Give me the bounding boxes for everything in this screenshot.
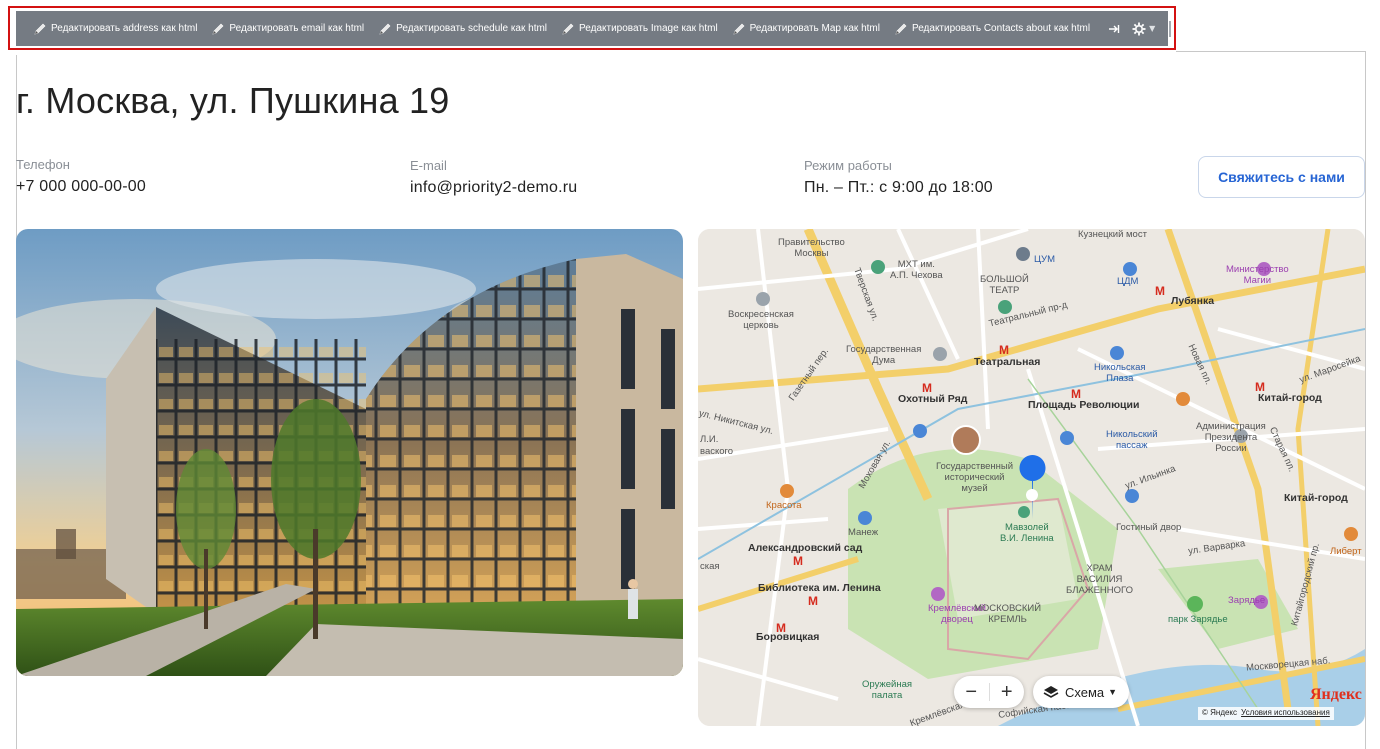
content-frame-border (1365, 51, 1366, 749)
pencil-icon (562, 23, 574, 34)
map-label-mausoleum: Мавзолей В.И. Ленина (1000, 522, 1054, 544)
map-label-oruzheinaya: Оружейная палата (862, 679, 913, 701)
map-label-gostiny: Гостиный двор (1116, 522, 1182, 533)
map-label-vasko: ваского (700, 446, 734, 457)
pencil-icon (895, 23, 907, 34)
map-label-tsum: ЦУМ (1034, 254, 1055, 265)
map-label-pravitelstvo: Правительство Москвы (778, 237, 845, 259)
map-label-nikolskaya-plaza: Никольская Плаза (1094, 362, 1146, 384)
email-value[interactable]: info@priority2-demo.ru (410, 179, 577, 197)
map-copyright: © Яндекс (1202, 708, 1238, 717)
office-building-image (16, 229, 683, 676)
schedule-block: Режим работы Пн. – Пт.: с 9:00 до 18:00 (804, 158, 993, 197)
map-label-borovitskaya: Боровицкая (756, 631, 820, 643)
edit-address-button[interactable]: Редактировать address как html (25, 11, 203, 46)
pencil-icon (379, 23, 391, 34)
edit-image-button[interactable]: Редактировать Image как html (553, 11, 724, 46)
map-label-manezh: Манеж (848, 527, 879, 538)
map-label-kitay-gorod-1: Китай-город (1258, 392, 1322, 404)
edit-schedule-button[interactable]: Редактировать schedule как html (370, 11, 553, 46)
content-frame-border (1176, 51, 1366, 52)
toolbar-resize-handle[interactable] (1169, 20, 1172, 37)
metro-icon: M (793, 554, 803, 568)
schedule-value: Пн. – Пт.: с 9:00 до 18:00 (804, 179, 993, 196)
map-tiles (698, 229, 1365, 726)
map-zoom-controls: − + (954, 676, 1024, 708)
pin-toolbar-button[interactable] (1102, 11, 1126, 46)
metro-icon: M (1255, 380, 1265, 394)
office-building-illustration (16, 229, 683, 676)
chevron-down-icon: ▼ (1108, 687, 1118, 697)
chevron-down-icon: ▼ (1149, 24, 1156, 33)
edit-address-label: Редактировать address как html (51, 23, 198, 34)
pencil-icon (733, 23, 745, 34)
zoom-in-button[interactable]: + (989, 676, 1024, 708)
phone-value[interactable]: +7 000 000-00-00 (16, 178, 146, 196)
yandex-map[interactable]: Кузнецкий мост Правительство Москвы МХТ … (698, 229, 1365, 726)
metro-icon: M (776, 621, 786, 635)
map-label-zaryadye-2: парк Зарядье (1168, 614, 1228, 625)
edit-image-label: Редактировать Image как html (579, 23, 718, 34)
map-label-bolshoi: БОЛЬШОЙ ТЕАТР (980, 274, 1029, 296)
map-label-lubyanka: Лубянка (1171, 295, 1215, 307)
map-label-mht: МХТ им. А.П. Чехова (890, 259, 943, 281)
map-terms-link[interactable]: Условия использования (1241, 708, 1330, 717)
map-label-kitay-gorod-2: Китай-город (1284, 492, 1348, 504)
map-label-okhotny: Охотный Ряд (898, 393, 968, 405)
admin-edit-toolbar: Редактировать address как html Редактиро… (16, 11, 1172, 46)
zoom-out-button[interactable]: − (954, 676, 989, 708)
map-label-ministry: Министерство Магии (1226, 264, 1289, 286)
schedule-label: Режим работы (804, 158, 892, 173)
map-label-teatralnaya: Театральная (974, 356, 1041, 368)
map-label-pl-revolyutsii: Площадь Революции (1028, 399, 1140, 411)
metro-icon: M (922, 381, 932, 395)
map-label-administration: Администрация Президента России (1196, 421, 1266, 454)
map-label-moscow-kremlin: МОСКОВСКИЙ КРЕМЛЬ (974, 603, 1042, 625)
page-title: г. Москва, ул. Пушкина 19 (16, 80, 450, 121)
edit-contacts-about-label: Редактировать Contacts about как html (911, 23, 1091, 34)
map-label-duma: Государственная Дума (846, 344, 922, 366)
map-label-aleksandrovsky: Александровский сад (748, 542, 863, 554)
map-attribution: © Яндекс Условия использования (1198, 707, 1334, 720)
metro-icon: M (1071, 387, 1081, 401)
yandex-logo[interactable]: Яндекс (1310, 686, 1362, 704)
phone-block: Телефон +7 000 000-00-00 (16, 157, 146, 196)
pencil-icon (34, 23, 46, 34)
layers-icon (1043, 686, 1059, 698)
edit-map-button[interactable]: Редактировать Map как html (724, 11, 886, 46)
settings-menu-button[interactable]: ▼ (1126, 11, 1161, 46)
edit-contacts-about-button[interactable]: Редактировать Contacts about как html (886, 11, 1096, 46)
map-label-biblioteka: Библиотека им. Ленина (758, 582, 881, 594)
pencil-icon (212, 23, 224, 34)
edit-email-button[interactable]: Редактировать email как html (203, 11, 370, 46)
edit-map-label: Редактировать Map как html (749, 23, 880, 34)
map-layer-label: Схема (1065, 684, 1105, 700)
email-block: E-mail info@priority2-demo.ru (410, 158, 577, 197)
gear-icon (1132, 22, 1146, 35)
metro-icon: M (808, 594, 818, 608)
metro-icon: M (999, 343, 1009, 357)
map-label-krasota: Красота (766, 500, 802, 511)
map-label-kuznetsky: Кузнецкий мост (1078, 229, 1147, 240)
map-label-voskresenskaya: Воскресенская церковь (728, 309, 794, 331)
map-layer-button[interactable]: Схема ▼ (1033, 676, 1129, 708)
map-label-zaryadye-1: Зарядье (1228, 595, 1266, 606)
contact-us-button[interactable]: Свяжитесь с нами (1198, 156, 1365, 198)
edit-schedule-label: Редактировать schedule как html (396, 23, 548, 34)
email-label: E-mail (410, 158, 447, 173)
map-label-nikolsky-passage: Никольский пассаж (1106, 429, 1158, 451)
pin-icon (1109, 24, 1120, 33)
map-label-tsdm: ЦДМ (1117, 276, 1139, 287)
map-label-pi: Л.И. (700, 434, 719, 445)
metro-icon: M (1155, 284, 1165, 298)
edit-email-label: Редактировать email как html (229, 23, 365, 34)
map-label-skaya: ская (700, 561, 720, 572)
phone-label: Телефон (16, 157, 70, 172)
map-label-liberty: Либерт (1330, 546, 1362, 557)
map-label-vasily: ХРАМ ВАСИЛИЯ БЛАЖЕННОГО (1066, 563, 1134, 596)
map-label-museum: Государственный исторический музей (936, 461, 1014, 494)
